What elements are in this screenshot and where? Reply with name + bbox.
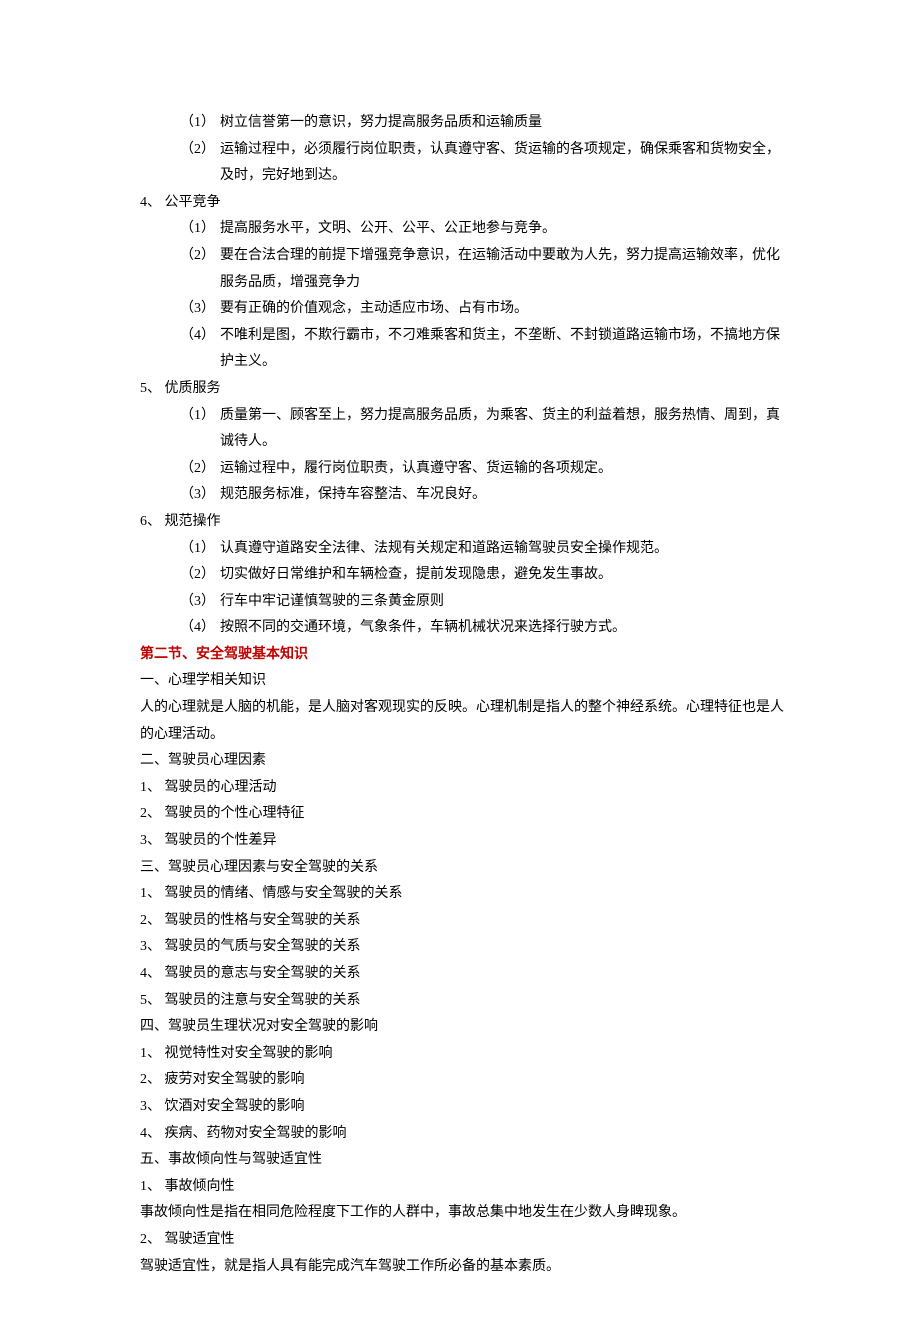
sub-list-item: （2）运输过程中，必须履行岗位职责，认真遵守客、货运输的各项规定，确保乘客和货物… (140, 137, 790, 190)
sub-item-number: （2） (180, 456, 220, 483)
sub-list-item: （2）切实做好日常维护和车辆检查，提前发现隐患，避免发生事故。 (140, 562, 790, 589)
paragraph-text: 三、驾驶员心理因素与安全驾驶的关系 (140, 855, 790, 882)
sub-item-number: （1） (180, 216, 220, 243)
sub-list-item: （1）质量第一、顾客至上，努力提高服务品质，为乘客、货主的利益着想，服务热情、周… (140, 403, 790, 456)
sub-list-item: （1）树立信誉第一的意识，努力提高服务品质和运输质量 (140, 110, 790, 137)
sub-item-number: （3） (180, 482, 220, 509)
sub-list-item: （3）要有正确的价值观念，主动适应市场、占有市场。 (140, 296, 790, 323)
sub-list-item: （4）按照不同的交通环境，气象条件，车辆机械状况来选择行驶方式。 (140, 615, 790, 642)
sub-item-text: 认真遵守道路安全法律、法规有关规定和道路运输驾驶员安全操作规范。 (220, 541, 668, 556)
sub-list-item: （1）认真遵守道路安全法律、法规有关规定和道路运输驾驶员安全操作规范。 (140, 536, 790, 563)
sub-item-number: （3） (180, 589, 220, 616)
sub-item-text: 不唯利是图，不欺行霸市，不刁难乘客和货主，不垄断、不封锁道路运输市场，不搞地方保… (220, 328, 780, 370)
sub-list-item: （2）要在合法合理的前提下增强竞争意识，在运输活动中要敢为人先，努力提高运输效率… (140, 243, 790, 296)
sub-item-text: 要在合法合理的前提下增强竞争意识，在运输活动中要敢为人先，努力提高运输效率，优化… (220, 248, 780, 290)
sub-list-item: （2）运输过程中，履行岗位职责，认真遵守客、货运输的各项规定。 (140, 456, 790, 483)
sub-list-item: （3）行车中牢记谨慎驾驶的三条黄金原则 (140, 589, 790, 616)
sub-item-number: （1） (180, 110, 220, 137)
sub-item-number: （4） (180, 323, 220, 350)
paragraph-text: 4、 疾病、药物对安全驾驶的影响 (140, 1121, 790, 1148)
sub-item-text: 按照不同的交通环境，气象条件，车辆机械状况来选择行驶方式。 (220, 620, 626, 635)
sub-item-number: （1） (180, 403, 220, 430)
sub-item-number: （1） (180, 536, 220, 563)
paragraph-text: 2、 驾驶员的性格与安全驾驶的关系 (140, 908, 790, 935)
sub-list-item: （3）规范服务标准，保持车容整洁、车况良好。 (140, 482, 790, 509)
paragraph-text: 3、 驾驶员的个性差异 (140, 828, 790, 855)
paragraph-text: 二、驾驶员心理因素 (140, 748, 790, 775)
sub-item-text: 切实做好日常维护和车辆检查，提前发现隐患，避免发生事故。 (220, 567, 612, 582)
paragraph-text: 1、 驾驶员的情绪、情感与安全驾驶的关系 (140, 881, 790, 908)
sub-item-number: （3） (180, 296, 220, 323)
paragraph-text: 2、 疲劳对安全驾驶的影响 (140, 1067, 790, 1094)
sub-item-text: 行车中牢记谨慎驾驶的三条黄金原则 (220, 594, 444, 609)
sub-item-number: （2） (180, 562, 220, 589)
sub-item-number: （4） (180, 615, 220, 642)
sub-list-item: （1）提高服务水平，文明、公开、公平、公正地参与竞争。 (140, 216, 790, 243)
numbered-item: 6、 规范操作 (140, 509, 790, 536)
document-content: （1）树立信誉第一的意识，努力提高服务品质和运输质量（2）运输过程中，必须履行岗… (140, 110, 790, 1280)
sub-list-item: （4）不唯利是图，不欺行霸市，不刁难乘客和货主，不垄断、不封锁道路运输市场，不搞… (140, 323, 790, 376)
numbered-item: 5、 优质服务 (140, 376, 790, 403)
sub-item-number: （2） (180, 137, 220, 164)
sub-item-text: 树立信誉第一的意识，努力提高服务品质和运输质量 (220, 115, 542, 130)
paragraph-text: 1、 事故倾向性 (140, 1174, 790, 1201)
section-heading: 第二节、安全驾驶基本知识 (140, 642, 790, 669)
sub-item-text: 要有正确的价值观念，主动适应市场、占有市场。 (220, 301, 528, 316)
paragraph-text: 一、心理学相关知识 (140, 668, 790, 695)
sub-item-number: （2） (180, 243, 220, 270)
paragraph-text: 五、事故倾向性与驾驶适宜性 (140, 1147, 790, 1174)
paragraph-text: 事故倾向性是指在相同危险程度下工作的人群中，事故总集中地发生在少数人身睥现象。 (140, 1200, 790, 1227)
sub-item-text: 提高服务水平，文明、公开、公平、公正地参与竞争。 (220, 221, 556, 236)
sub-item-text: 规范服务标准，保持车容整洁、车况良好。 (220, 487, 486, 502)
paragraph-text: 1、 驾驶员的心理活动 (140, 775, 790, 802)
paragraph-text: 2、 驾驶适宜性 (140, 1227, 790, 1254)
paragraph-text: 3、 饮酒对安全驾驶的影响 (140, 1094, 790, 1121)
numbered-item: 4、 公平竞争 (140, 190, 790, 217)
paragraph-text: 人的心理就是人脑的机能，是人脑对客观现实的反映。心理机制是指人的整个神经系统。心… (140, 695, 790, 748)
paragraph-text: 1、 视觉特性对安全驾驶的影响 (140, 1041, 790, 1068)
paragraph-text: 4、 驾驶员的意志与安全驾驶的关系 (140, 961, 790, 988)
paragraph-text: 驾驶适宜性，就是指人具有能完成汽车驾驶工作所必备的基本素质。 (140, 1254, 790, 1281)
paragraph-text: 四、驾驶员生理状况对安全驾驶的影响 (140, 1014, 790, 1041)
paragraph-text: 5、 驾驶员的注意与安全驾驶的关系 (140, 988, 790, 1015)
paragraph-text: 2、 驾驶员的个性心理特征 (140, 801, 790, 828)
paragraph-text: 3、 驾驶员的气质与安全驾驶的关系 (140, 934, 790, 961)
sub-item-text: 运输过程中，必须履行岗位职责，认真遵守客、货运输的各项规定，确保乘客和货物安全，… (220, 142, 780, 184)
sub-item-text: 运输过程中，履行岗位职责，认真遵守客、货运输的各项规定。 (220, 461, 612, 476)
sub-item-text: 质量第一、顾客至上，努力提高服务品质，为乘客、货主的利益着想，服务热情、周到，真… (220, 408, 780, 450)
